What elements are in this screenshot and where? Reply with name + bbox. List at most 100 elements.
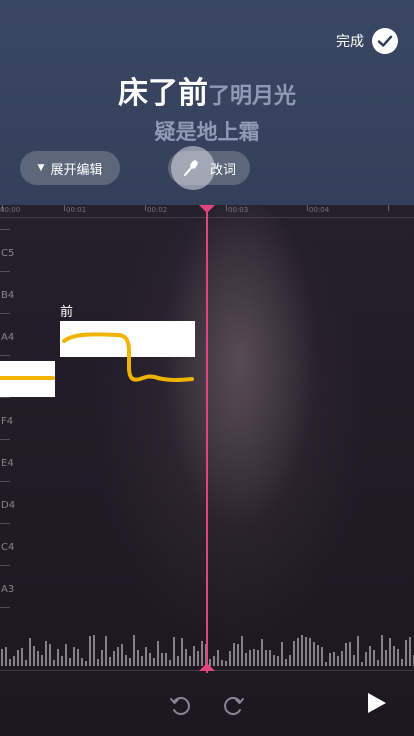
waveform-bar xyxy=(77,649,79,666)
waveform-bar xyxy=(337,656,339,666)
waveform-bar xyxy=(125,655,127,666)
triangle-down-icon: ▼ xyxy=(37,163,45,173)
waveform-bar xyxy=(97,659,99,666)
waveform-bar xyxy=(353,655,355,666)
waveform-bar xyxy=(29,638,31,666)
waveform-bar xyxy=(165,653,167,666)
ruler-tick xyxy=(64,205,65,211)
waveform-bar xyxy=(73,647,75,666)
waveform-bar xyxy=(401,659,403,666)
waveform-bar xyxy=(265,650,267,666)
waveform-bar xyxy=(189,656,191,666)
waveform-bar xyxy=(361,662,363,666)
waveform-bar xyxy=(17,650,19,666)
waveform-bar xyxy=(317,645,319,666)
waveform-bar xyxy=(61,656,63,666)
ruler-tick xyxy=(226,205,227,211)
waveform-bar xyxy=(49,644,51,666)
ruler-label: 00:04 xyxy=(309,206,330,214)
waveform-bar xyxy=(321,647,323,666)
edit-lyrics-button[interactable]: 改词 xyxy=(168,146,250,190)
playhead-bottom-marker[interactable] xyxy=(199,663,215,671)
waveform-bar xyxy=(301,635,303,666)
waveform-bar xyxy=(373,650,375,666)
waveform-bar xyxy=(385,650,387,666)
waveform-bar xyxy=(221,660,223,666)
lyrics-header: 完成 床了前了明月光 疑是地上霜 ▼ 展开编辑 改词 xyxy=(0,0,414,205)
waveform-bar xyxy=(93,635,95,666)
playhead-line[interactable] xyxy=(206,205,208,673)
waveform-bar xyxy=(37,651,39,666)
waveform-bar xyxy=(409,637,411,666)
waveform-bar xyxy=(329,653,331,666)
waveform-bar xyxy=(193,646,195,666)
waveform-bar xyxy=(397,649,399,666)
waveform-bar xyxy=(313,642,315,666)
waveform-bar xyxy=(5,647,7,666)
waveform-bar xyxy=(161,653,163,666)
waveform-bar xyxy=(169,660,171,666)
expand-edit-button[interactable]: ▼ 展开编辑 xyxy=(20,151,120,185)
waveform-bar xyxy=(113,651,115,666)
waveform-bar xyxy=(81,658,83,666)
waveform-bar xyxy=(233,643,235,666)
ruler-label: 00:02 xyxy=(147,206,168,214)
waveform-bar xyxy=(133,635,135,666)
waveform-bar xyxy=(381,635,383,666)
waveform-bar xyxy=(45,641,47,666)
waveform-bar xyxy=(365,652,367,666)
waveform-bar xyxy=(25,660,27,666)
waveform-bar xyxy=(253,649,255,666)
play-icon[interactable] xyxy=(366,691,388,719)
waveform-bar xyxy=(405,640,407,666)
waveform-bar xyxy=(241,636,243,666)
ruler-label: 00:00 xyxy=(0,206,21,214)
playhead-top-marker[interactable] xyxy=(199,205,215,213)
done-button[interactable]: 完成 xyxy=(336,28,398,54)
waveform-bar xyxy=(185,649,187,666)
ruler-tick xyxy=(307,205,308,211)
done-label: 完成 xyxy=(336,34,364,50)
microphone-icon xyxy=(182,159,200,181)
undo-icon[interactable] xyxy=(168,693,192,721)
lyric-unsung-part: 了明月光 xyxy=(207,84,296,109)
redo-icon[interactable] xyxy=(222,693,246,721)
waveform-bar xyxy=(341,651,343,666)
ruler-label: 00:03 xyxy=(228,206,249,214)
waveform-bar xyxy=(377,660,379,666)
lyric-line-next: 疑是地上霜 xyxy=(154,120,260,144)
waveform-bar xyxy=(237,644,239,666)
waveform-bar xyxy=(357,636,359,666)
ruler-tick xyxy=(145,205,146,211)
waveform-bar xyxy=(289,655,291,666)
waveform-bar xyxy=(269,650,271,666)
check-circle-icon xyxy=(372,28,398,54)
waveform-bar xyxy=(305,637,307,666)
waveform-bar xyxy=(309,638,311,666)
waveform-bar xyxy=(101,650,103,666)
waveform-bar xyxy=(129,658,131,666)
waveform-bar xyxy=(257,650,259,666)
waveform-bar xyxy=(57,649,59,666)
waveform-bar xyxy=(153,658,155,666)
waveform-bar xyxy=(217,650,219,666)
waveform-bar xyxy=(33,646,35,666)
waveform-bar xyxy=(105,636,107,666)
waveform-bar xyxy=(117,647,119,666)
waveform-bar xyxy=(157,641,159,666)
waveform-bar xyxy=(13,656,15,666)
waveform-bar xyxy=(273,655,275,666)
waveform-bar xyxy=(121,644,123,666)
waveform-bar xyxy=(85,661,87,666)
waveform-bar xyxy=(173,637,175,666)
waveform-bar xyxy=(369,646,371,666)
lyric-sung-part: 床了前 xyxy=(117,76,208,111)
waveform-bar xyxy=(9,659,11,666)
waveform-bar xyxy=(145,647,147,666)
waveform-bar xyxy=(249,650,251,666)
waveform-bar xyxy=(149,653,151,666)
waveform-bar xyxy=(345,643,347,666)
waveform-bar xyxy=(325,662,327,666)
waveform-bar xyxy=(41,655,43,666)
bottom-toolbar xyxy=(0,671,414,736)
